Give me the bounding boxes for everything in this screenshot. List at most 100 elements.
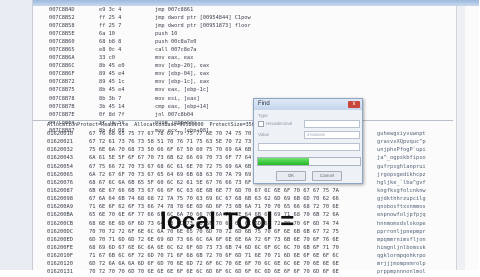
hex-ascii: gjdkthhrzupcilg — [377, 196, 426, 203]
hex-ascii: kngfksgfolcnknw — [377, 187, 426, 194]
hex-address: 01620120 — [47, 261, 73, 268]
instruction-address: 007C8B72 — [49, 79, 75, 86]
hex-ascii: grasvsXQpvquc^p — [377, 139, 426, 146]
hex-bytes: 67 6A 64 6B 74 68 68 72 7A 75 70 63 69 6… — [89, 196, 339, 203]
value-input[interactable]: 37000000 — [304, 131, 360, 139]
hex-ascii: enpnowfoljpfpjq — [377, 212, 426, 219]
hex-address: 01620043 — [47, 155, 73, 162]
disassembly-line[interactable]: 007C8B72 89 45 1c mov [ebp-1c], eax — [49, 78, 379, 86]
instruction-text: mov [ebp-1c], eax — [155, 79, 210, 86]
instruction-bytes: 6a 10 — [99, 31, 115, 38]
instruction-bytes: e8 0c 4 — [99, 47, 122, 54]
hex-ascii: pprronljpnepmpr — [377, 228, 426, 235]
disassembly-line[interactable]: 007C8B6F 89 45 e4 mov [ebp-04], eax — [49, 70, 379, 78]
hex-dump-row[interactable]: 01620098 67 6A 64 6B 74 68 68 72 7A 75 70… — [47, 195, 462, 203]
hex-address: 016200A9 — [47, 204, 73, 211]
disassembly-line[interactable]: 007C8B65 e8 0c 4 call 007c8e7a — [49, 46, 379, 54]
instruction-bytes: e9 3c 4 — [99, 7, 122, 13]
cancel-button[interactable]: Cancel — [312, 171, 342, 181]
instruction-address: 007C8B75 — [49, 87, 75, 94]
disassembly-line[interactable]: 007C8B4D e9 3c 4 jmp 007c8861 — [49, 6, 379, 14]
hex-address: 0162010F — [47, 253, 73, 260]
instruction-bytes: 3b 45 14 — [99, 103, 125, 110]
instruction-bytes: 89 45 1c — [99, 79, 125, 86]
instruction-text: push 00c8a7e0 — [155, 39, 197, 46]
disassembly-line[interactable]: 007C8B60 68 b8 8 push 00c8a7e0 — [49, 38, 379, 46]
disassembly-line[interactable]: 007C8B6C 8b 45 e0 mov [ebp-20], eax — [49, 62, 379, 70]
instruction-address: 007C8B6C — [49, 63, 75, 70]
pane-divider[interactable] — [33, 120, 453, 121]
instruction-text: mov [ebp-20], eax — [155, 63, 210, 70]
disassembly-line[interactable]: 007C8B52 ff 25 4 jmp dword ptr [00954844] … — [49, 14, 379, 22]
instruction-address: 007C8B65 — [49, 47, 75, 54]
hex-bytes: 6B 6E 67 66 6B 73 67 66 6F 6C 63 6E 6B 6… — [89, 187, 339, 194]
hex-checkbox[interactable] — [258, 121, 264, 127]
instruction-address: 007C8B58 — [49, 23, 75, 30]
hex-ascii: unjphsPfogP`upi — [377, 147, 426, 154]
instruction-text: jnl 007c8b04 — [155, 111, 194, 118]
hex-address: 01620065 — [47, 171, 73, 178]
instruction-text: mov esi, [eax] — [155, 95, 200, 102]
instruction-bytes: 8b 45 e4 — [99, 87, 125, 94]
instruction-bytes: 33 c0 — [99, 55, 115, 62]
instruction-bytes: 8b 45 e0 — [99, 63, 125, 70]
hex-ascii: qgklormpqohkrpo — [377, 253, 426, 260]
instruction-text: cmp eax, [ebp+14] — [155, 103, 210, 110]
hex-ascii: gufrpsghlanprui — [377, 163, 426, 170]
hex-dump-row[interactable]: 0162010F 71 67 6B 6C 6F 72 6D 70 71 6F 68… — [47, 252, 462, 260]
find-dialog-titlebar[interactable]: Find x — [254, 99, 362, 110]
search-progress-fill — [258, 158, 309, 165]
hex-dump-row[interactable]: 01620087 6B 6E 67 66 6B 73 67 66 6F 6C 63… — [47, 187, 462, 195]
hex-address: 01620021 — [47, 139, 73, 146]
instruction-address: 007C8B52 — [49, 15, 75, 22]
disassembly-line[interactable]: 007C8B5E 6a 10 push 10 — [49, 30, 379, 38]
search-progress-bar — [257, 157, 361, 166]
hex-dump-row[interactable]: 016200ED 6D 70 71 6D 6D 72 6E 69 6D 73 66… — [47, 236, 462, 244]
hex-address: 01620087 — [47, 187, 73, 194]
type-dropdown[interactable] — [304, 120, 360, 128]
hex-dump-row[interactable]: 016200FE 68 69 6D 67 6E 6C 6A 6E 6C 62 6F… — [47, 244, 462, 252]
instruction-address: 007C8B6F — [49, 71, 75, 78]
hex-address: 016200BA — [47, 212, 73, 219]
hex-ascii: ja^_ogpskbfipso — [377, 155, 426, 162]
instruction-address: 007C8B60 — [49, 39, 75, 46]
hex-bytes: 68 69 6D 67 6E 6C 6A 6E 6C 62 6F 6D 73 7… — [89, 244, 339, 251]
disassembly-line[interactable]: 007C8B6A 33 c0 mov eax, eax — [49, 54, 379, 62]
ok-button[interactable]: OK — [276, 171, 306, 181]
hex-ascii: hgljke_`lba^gvf — [377, 179, 426, 186]
hex-ascii: qnobosftxxnmmos — [377, 204, 426, 211]
instruction-text: mov eax, eax — [155, 55, 194, 62]
hex-address: 016200DC — [47, 228, 73, 235]
hex-ascii: mpqmmrnimsfljon — [377, 236, 426, 243]
hex-ascii: himgnljnlbomssk — [377, 244, 426, 251]
hex-bytes: 6D 72 6A 6A 6A 6D 6F 6D 70 6E 6D 72 6F 6… — [89, 261, 339, 268]
hex-ascii: guhewgxiyvuwnpt — [377, 131, 426, 137]
hex-address: 016200ED — [47, 236, 73, 243]
disassembly-line[interactable]: 007C8B58 ff 25 7 jmp dword ptr [00951873] … — [49, 22, 379, 30]
hex-address: 016200CB — [47, 220, 73, 227]
hex-option-label: Hexadecimal — [266, 121, 293, 126]
disassembly-line[interactable]: 007C8B75 8b 45 e4 mov eax, [ebp-1c] — [49, 86, 379, 94]
instruction-text: jmp 007c8861 — [155, 7, 194, 13]
hex-ascii: jrgopsgedikhcpz — [377, 171, 426, 178]
instruction-address: 007C8B78 — [49, 95, 75, 102]
instruction-address: 007C8B5E — [49, 31, 75, 38]
hex-dump-row[interactable]: 01620120 6D 72 6A 6A 6A 6D 6F 6D 70 6E 6D… — [47, 260, 462, 268]
instruction-bytes: ff 25 7 — [99, 23, 122, 30]
instruction-text: call 007c8e7a — [155, 47, 197, 54]
instruction-address: 007C8B6A — [49, 55, 75, 62]
value-label: Value — [258, 132, 270, 137]
close-icon[interactable]: x — [348, 101, 360, 108]
instruction-text: push 10 — [155, 31, 178, 38]
hex-address: 016200FE — [47, 244, 73, 251]
hex-bytes: 6D 70 71 6D 6D 72 6E 69 6D 73 66 6C 6A 6… — [89, 236, 339, 243]
hex-address: 01620010 — [47, 131, 73, 137]
instruction-bytes: 68 b8 8 — [99, 39, 122, 46]
hex-address: 01620098 — [47, 196, 73, 203]
instruction-address: 007C8B7E — [49, 111, 75, 118]
hex-bytes: 71 67 6B 6C 6F 72 6D 70 71 6F 68 6B 72 7… — [89, 253, 339, 260]
instruction-text: mov [ebp-04], eax — [155, 71, 210, 78]
search-range-field[interactable] — [258, 143, 360, 151]
find-dialog: Find x Type Hexadecimal Value 37000000 O… — [253, 98, 363, 184]
instruction-address: 007C8B7B — [49, 103, 75, 110]
